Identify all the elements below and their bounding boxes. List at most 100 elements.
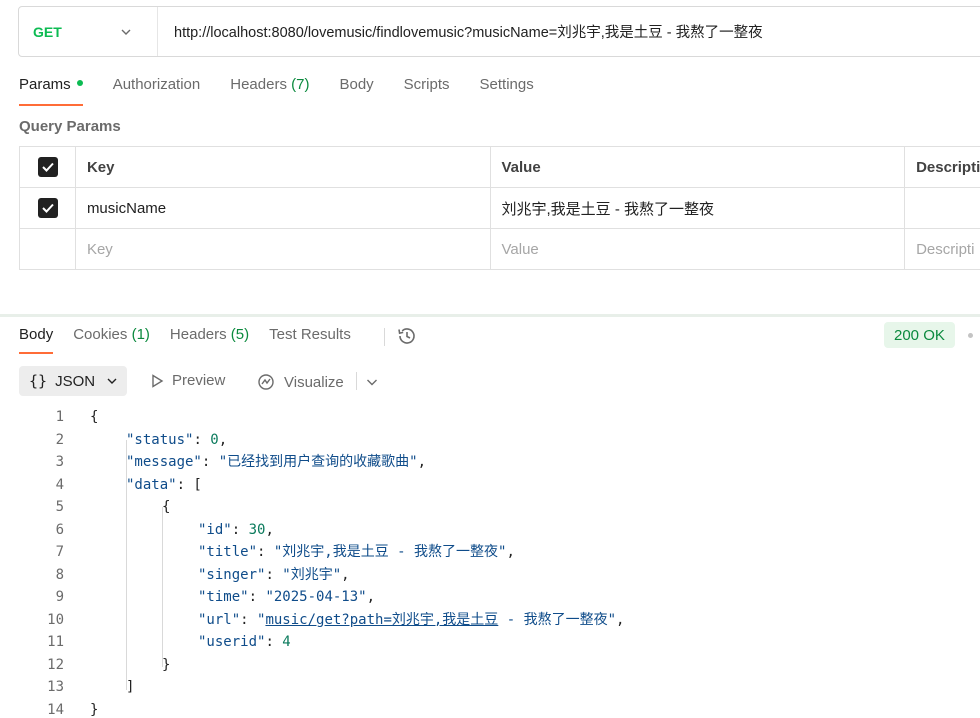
status-badge[interactable]: 200 OK <box>884 322 955 348</box>
new-key-input[interactable]: Key <box>76 229 491 269</box>
tab-scripts[interactable]: Scripts <box>404 76 450 106</box>
code-line: 9 "time": "2025-04-13", <box>0 586 980 609</box>
column-header-value: Value <box>491 147 906 187</box>
tab-params[interactable]: Params <box>19 76 83 106</box>
select-all-checkbox[interactable] <box>20 147 76 187</box>
table-row-empty: Key Value Descripti <box>20 229 980 270</box>
tab-headers[interactable]: Headers (7) <box>230 76 309 106</box>
tab-body[interactable]: Body <box>339 76 373 106</box>
response-tabs: Body Cookies (1) Headers (5) Test Result… <box>19 326 371 356</box>
code-token: , <box>265 521 274 538</box>
visualize-label: Visualize <box>284 373 344 391</box>
code-text: } <box>90 699 98 718</box>
code-token: "message" <box>126 454 202 470</box>
code-token: ] <box>126 679 135 695</box>
line-number: 3 <box>55 454 64 470</box>
line-number: 8 <box>55 566 64 583</box>
code-token[interactable]: music/get?path=刘兆宇,我是土豆 <box>265 612 498 628</box>
code-token: } <box>162 656 171 673</box>
method-select[interactable]: GET <box>19 7 158 56</box>
code-token: : <box>265 566 283 583</box>
tab-response-headers[interactable]: Headers (5) <box>170 326 249 354</box>
code-token: { <box>162 499 171 515</box>
line-number: 6 <box>55 521 64 538</box>
format-select[interactable]: {} JSON <box>19 366 127 396</box>
code-token: "已经找到用户查询的收藏歌曲" <box>218 454 418 470</box>
code-line: 10 "url": "music/get?path=刘兆宇,我是土豆 - 我熬了一… <box>0 609 980 632</box>
code-token: : <box>248 589 266 605</box>
tab-authorization[interactable]: Authorization <box>113 76 201 106</box>
code-line: 6 "id": 30, <box>0 519 980 542</box>
param-key-input[interactable]: musicName <box>76 188 491 228</box>
new-description-input[interactable]: Descripti <box>905 229 980 269</box>
code-line: 1{ <box>0 406 980 429</box>
code-token: , <box>366 589 376 605</box>
history-icon[interactable] <box>396 325 418 347</box>
code-token: : <box>193 431 211 448</box>
chevron-down-icon <box>121 29 131 35</box>
code-token: 4 <box>282 634 291 650</box>
param-description-input[interactable] <box>905 188 980 228</box>
tab-label: Body <box>19 326 54 343</box>
response-body-editor[interactable]: 1{2 "status": 0, 3 "message": "已经找到用户查询的收藏歌… <box>0 406 980 718</box>
code-text: } <box>162 654 170 677</box>
code-token: 0 <box>210 431 219 448</box>
request-url-bar: GET http://localhost:8080/lovemusic/find… <box>18 6 980 57</box>
code-text: "url": "music/get?path=刘兆宇,我是土豆 - 我熬了一整夜… <box>198 609 624 632</box>
tab-count: (7) <box>291 76 310 93</box>
code-line: 14} <box>0 699 980 718</box>
code-token: , <box>506 544 515 560</box>
empty-checkbox-cell <box>20 229 76 269</box>
code-token: : <box>265 634 283 650</box>
preview-button[interactable]: Preview <box>150 372 225 389</box>
chevron-down-icon[interactable] <box>366 376 378 388</box>
visualize-icon <box>258 374 274 390</box>
line-number: 2 <box>55 431 64 448</box>
url-input[interactable]: http://localhost:8080/lovemusic/findlove… <box>158 21 763 42</box>
row-checkbox[interactable] <box>20 188 76 228</box>
tab-label: Authorization <box>112 76 201 93</box>
braces-icon: {} <box>29 372 48 390</box>
code-token: "url" <box>198 611 241 628</box>
code-token: "userid" <box>198 634 266 650</box>
checkbox-checked-icon <box>38 198 59 218</box>
code-line: 8 "singer": "刘兆宇", <box>0 564 980 587</box>
code-token: : <box>201 454 219 470</box>
tab-label: Params <box>19 76 71 93</box>
code-token: "2025-04-13" <box>265 589 367 605</box>
code-text: "message": "已经找到用户查询的收藏歌曲", <box>126 451 426 474</box>
chevron-down-icon <box>107 378 117 384</box>
column-header-key: Key <box>76 147 491 187</box>
tab-settings[interactable]: Settings <box>480 76 534 106</box>
tab-label: Scripts <box>403 76 450 93</box>
tab-label: Headers <box>230 76 287 93</box>
tab-count: (5) <box>230 326 250 343</box>
code-token: "刘兆宇,我是土豆 - 我熬了一整夜" <box>273 544 507 560</box>
pane-resize-handle[interactable] <box>0 314 980 317</box>
tab-cookies[interactable]: Cookies (1) <box>73 326 150 354</box>
tab-test-results[interactable]: Test Results <box>269 326 351 354</box>
code-text: { <box>90 406 98 429</box>
line-number: 1 <box>55 409 64 425</box>
visualize-button[interactable]: Visualize <box>256 372 344 392</box>
code-token: { <box>90 409 99 425</box>
param-value-input[interactable]: 刘兆宇,我是土豆 - 我熬了一整夜 <box>491 188 906 228</box>
code-token: "data" <box>126 476 177 493</box>
code-text: "userid": 4 <box>198 631 291 654</box>
code-token: : <box>240 611 258 628</box>
checkbox-checked-icon <box>38 157 59 177</box>
code-token: "title" <box>198 544 258 560</box>
code-text: "status": 0, <box>126 429 227 452</box>
code-token: , <box>218 431 228 448</box>
code-token: "status" <box>126 431 194 448</box>
code-line: 2 "status": 0, <box>0 429 980 452</box>
code-token: "singer" <box>198 566 266 583</box>
code-token: 30 <box>248 521 266 538</box>
code-token: "刘兆宇" <box>282 566 342 583</box>
tab-count: (1) <box>131 326 150 343</box>
code-text: "singer": "刘兆宇", <box>198 564 350 587</box>
line-number: 5 <box>55 499 64 515</box>
new-value-input[interactable]: Value <box>491 229 906 269</box>
tab-response-body[interactable]: Body <box>19 326 54 354</box>
code-token: "time" <box>198 589 249 605</box>
